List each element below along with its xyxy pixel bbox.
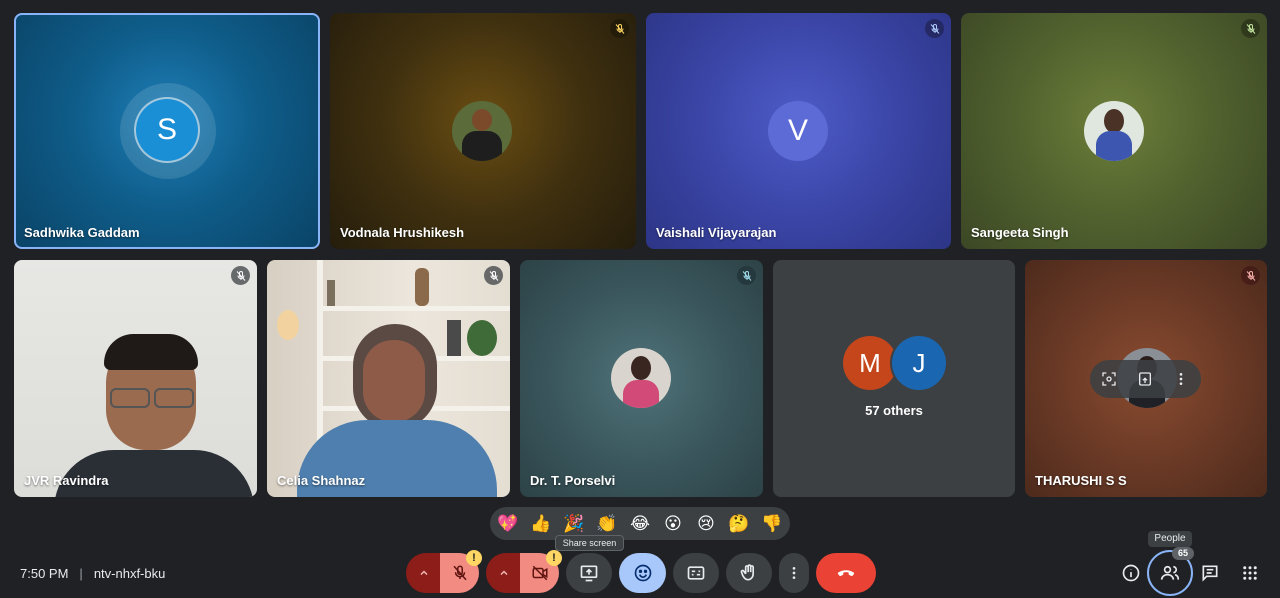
- others-tile[interactable]: M J 57 others: [773, 260, 1015, 497]
- tile-hover-toolbar: [1090, 360, 1201, 398]
- participant-name: Celia Shahnaz: [277, 473, 366, 488]
- meeting-time: 7:50 PM: [20, 565, 69, 581]
- raise-hand-button[interactable]: [726, 553, 772, 593]
- avatar-j: J: [892, 336, 946, 390]
- meeting-code: ntv-nhxf-bku: [93, 565, 166, 581]
- reaction-crying[interactable]: 😢: [691, 508, 722, 539]
- meeting-details-button[interactable]: [1118, 560, 1144, 586]
- participant-name: THARUSHI S S: [1035, 473, 1127, 488]
- mic-options-button[interactable]: [406, 553, 442, 593]
- participant-name: Dr. T. Porselvi: [530, 473, 616, 488]
- captions-button[interactable]: [673, 553, 719, 593]
- participant-name: Vodnala Hrushikesh: [340, 225, 465, 240]
- avatar-photo: [611, 348, 671, 408]
- mic-off-icon: [1241, 19, 1260, 38]
- mic-off-icon: [452, 565, 467, 581]
- present-screen-icon: [580, 565, 598, 582]
- people-icon: [1160, 565, 1180, 580]
- mic-off-icon: [231, 266, 250, 285]
- participant-name: Sadhwika Gaddam: [24, 225, 140, 240]
- activities-button[interactable]: [1237, 560, 1263, 586]
- pin-icon[interactable]: [1134, 368, 1156, 390]
- share-screen-button[interactable]: [566, 553, 612, 593]
- chat-button[interactable]: [1197, 560, 1223, 586]
- participant-name: Sangeeta Singh: [971, 225, 1069, 240]
- info-icon: [1122, 564, 1140, 582]
- avatar: S: [136, 99, 198, 161]
- participant-count-badge: 65: [1172, 547, 1194, 560]
- mic-off-icon: [610, 19, 629, 38]
- avatar-photo: [452, 101, 512, 161]
- mic-control-group: !: [406, 550, 482, 593]
- meeting-separator: |: [79, 565, 83, 581]
- emoji-icon: [634, 564, 651, 582]
- camera-options-button[interactable]: [486, 553, 522, 593]
- participant-tile-vodnala[interactable]: Vodnala Hrushikesh: [330, 13, 636, 249]
- apps-grid-icon: [1243, 566, 1257, 580]
- chevron-up-icon: [500, 570, 508, 576]
- meeting-info: 7:50 PM | ntv-nhxf-bku: [20, 565, 165, 581]
- reactions-bar: 💖 👍 🎉 👏 😂 😮 😢 🤔 👎: [490, 507, 790, 540]
- reaction-thumbs-down[interactable]: 👎: [757, 508, 788, 539]
- participant-tile-sangeeta[interactable]: Sangeeta Singh: [961, 13, 1267, 249]
- reaction-sparkling-heart[interactable]: 💖: [493, 508, 524, 539]
- mic-warning-badge: !: [466, 550, 482, 566]
- share-screen-tooltip: Share screen: [555, 535, 624, 551]
- reaction-thumbs-up[interactable]: 👍: [526, 508, 557, 539]
- participant-tile-celia[interactable]: Celia Shahnaz: [267, 260, 510, 497]
- avatar-photo: [1084, 101, 1144, 161]
- mic-off-icon: [1241, 266, 1260, 285]
- camera-off-icon: [532, 565, 547, 581]
- raise-hand-icon: [740, 564, 754, 581]
- participant-tile-vaishali[interactable]: V Vaishali Vijayarajan: [646, 13, 951, 249]
- participant-name: JVR Ravindra: [24, 473, 109, 488]
- reaction-thinking[interactable]: 🤔: [724, 508, 755, 539]
- mic-off-icon: [925, 19, 944, 38]
- more-options-icon[interactable]: [1170, 368, 1192, 390]
- participant-tile-tharushi[interactable]: THARUSHI S S: [1025, 260, 1267, 497]
- reaction-joy[interactable]: 😂: [625, 508, 656, 539]
- avatar: V: [768, 101, 828, 161]
- chevron-up-icon: [420, 570, 428, 576]
- people-tooltip: People: [1148, 531, 1192, 547]
- end-call-icon: [837, 570, 855, 577]
- leave-call-button[interactable]: [816, 553, 876, 593]
- frame-icon[interactable]: [1098, 368, 1120, 390]
- chat-icon: [1202, 565, 1218, 582]
- emoji-reactions-button[interactable]: [619, 553, 666, 593]
- mic-off-icon: [484, 266, 503, 285]
- others-count-label: 57 others: [865, 403, 923, 418]
- participant-tile-sadhwika[interactable]: S Sadhwika Gaddam: [14, 13, 320, 249]
- participant-tile-porselvi[interactable]: Dr. T. Porselvi: [520, 260, 763, 497]
- more-vert-icon: [792, 567, 796, 579]
- reaction-surprised[interactable]: 😮: [658, 508, 689, 539]
- participant-name: Vaishali Vijayarajan: [656, 225, 777, 240]
- avatar-m: M: [843, 336, 897, 390]
- captions-icon: [687, 566, 705, 580]
- mic-off-icon: [737, 266, 756, 285]
- participant-tile-jvr[interactable]: JVR Ravindra: [14, 260, 257, 497]
- camera-control-group: !: [486, 550, 562, 593]
- camera-warning-badge: !: [546, 550, 562, 566]
- more-options-button[interactable]: [779, 553, 809, 593]
